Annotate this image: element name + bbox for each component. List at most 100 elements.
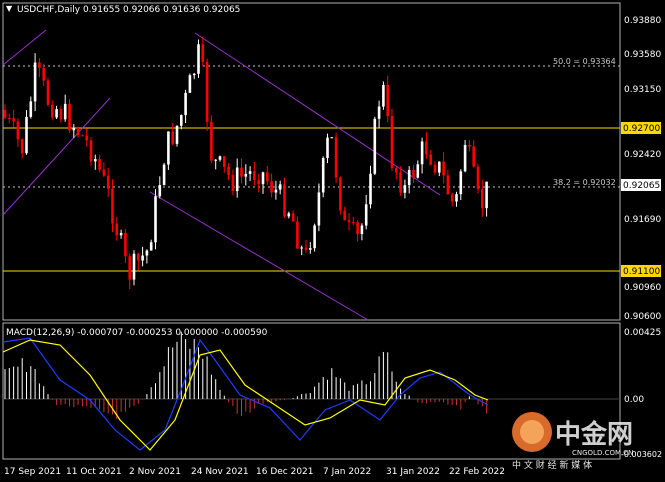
candle-body	[261, 172, 265, 185]
candle-body	[296, 221, 299, 249]
candle-body	[416, 164, 420, 178]
candle-body	[201, 44, 205, 62]
candle-body	[356, 222, 359, 235]
candle-body	[377, 106, 381, 119]
candle-body	[317, 192, 321, 226]
candle-body	[218, 156, 222, 160]
candle-body	[68, 103, 71, 131]
time-tick: 17 Sep 2021	[4, 467, 61, 477]
candle-body	[364, 204, 368, 226]
candle-body	[8, 118, 11, 120]
candle-body	[25, 116, 28, 154]
time-axis: 17 Sep 2021 11 Oct 2021 2 Nov 2021 24 No…	[4, 467, 505, 477]
candle-body	[321, 158, 325, 193]
candle-body	[94, 159, 97, 162]
candle-body	[248, 171, 252, 174]
candle-body	[347, 220, 351, 223]
time-tick: 31 Jan 2022	[386, 467, 440, 477]
current-price-label: 0.92065	[623, 181, 660, 191]
macd-header: MACD(12,26,9) -0.000707 -0.000253 0.0000…	[6, 328, 268, 338]
candle-body	[137, 253, 140, 261]
time-tick: 11 Oct 2021	[66, 467, 122, 477]
candle-body	[407, 170, 411, 186]
candle-body	[287, 213, 291, 217]
candle-body	[240, 167, 243, 177]
candle-body	[420, 141, 424, 165]
candle-body	[304, 247, 308, 250]
candle-body	[291, 213, 295, 222]
candle-body	[149, 242, 153, 251]
candle-body	[395, 168, 398, 173]
trading-chart[interactable]: ▼ USDCHF,Daily 0.91655 0.92066 0.91636 0…	[0, 0, 665, 482]
candle-body	[46, 80, 50, 105]
candle-body	[300, 247, 303, 249]
signal-line	[2, 339, 489, 451]
symbol-header: USDCHF,Daily 0.91655 0.92066 0.91636 0.9…	[17, 5, 240, 15]
macd-line	[2, 337, 489, 451]
candle-body	[175, 125, 179, 144]
candle-body	[481, 189, 484, 209]
candle-body	[326, 137, 329, 159]
candle-body	[278, 184, 282, 190]
candle-body	[76, 128, 80, 136]
candle-body	[98, 159, 101, 170]
candle-body	[352, 222, 355, 224]
candle-body	[386, 84, 389, 117]
candlestick-series	[3, 36, 488, 290]
candle-body	[450, 194, 454, 202]
time-tick: 2 Nov 2021	[129, 467, 181, 477]
candle-body	[197, 44, 200, 74]
candle-body	[192, 73, 196, 76]
candle-body	[205, 61, 209, 122]
candle-body	[339, 177, 342, 211]
candle-body	[81, 135, 84, 137]
candle-body	[274, 189, 278, 193]
price-tick: 0.93880	[624, 16, 661, 26]
candle-body	[167, 131, 170, 165]
candle-body	[63, 103, 67, 120]
macd-tick: 0.00	[624, 395, 644, 405]
candle-body	[42, 67, 45, 81]
candle-body	[38, 62, 41, 68]
candle-body	[382, 84, 385, 107]
time-tick: 16 Dec 2021	[256, 467, 314, 477]
candle-body	[425, 141, 428, 155]
candle-body	[330, 137, 334, 139]
candle-body	[16, 121, 20, 140]
candle-body	[403, 185, 407, 193]
collapse-arrow-icon[interactable]: ▼	[6, 4, 13, 13]
candle-body	[472, 146, 475, 167]
candle-body	[231, 174, 235, 192]
candle-body	[180, 115, 183, 126]
candle-body	[309, 248, 312, 250]
candle-body	[463, 144, 467, 172]
candle-body	[433, 164, 437, 173]
candle-body	[132, 253, 136, 280]
candle-body	[442, 161, 445, 176]
candle-body	[210, 121, 213, 161]
candle-body	[438, 161, 441, 173]
candle-body	[399, 172, 402, 193]
price-tick: 0.93580	[624, 50, 661, 60]
candle-body	[124, 232, 127, 257]
candle-body	[334, 137, 338, 178]
candle-body	[227, 166, 230, 175]
cngold-logo-inner	[520, 420, 544, 444]
price-tick: 0.91690	[624, 215, 661, 225]
candle-body	[214, 159, 217, 161]
candle-body	[154, 196, 157, 243]
candle-body	[171, 131, 174, 144]
descending-channel-upper[interactable]	[194, 32, 441, 196]
time-tick: 24 Nov 2021	[191, 467, 249, 477]
candle-body	[33, 62, 37, 102]
candle-body	[106, 175, 110, 189]
candle-body	[270, 181, 273, 193]
candle-body	[162, 164, 166, 186]
candle-body	[72, 128, 76, 131]
descending-channel-lower[interactable]	[149, 191, 369, 321]
candle-body	[412, 170, 415, 178]
candle-body	[369, 173, 372, 205]
time-tick: 22 Feb 2022	[449, 467, 505, 477]
candle-body	[3, 110, 7, 119]
candle-body	[257, 180, 260, 185]
